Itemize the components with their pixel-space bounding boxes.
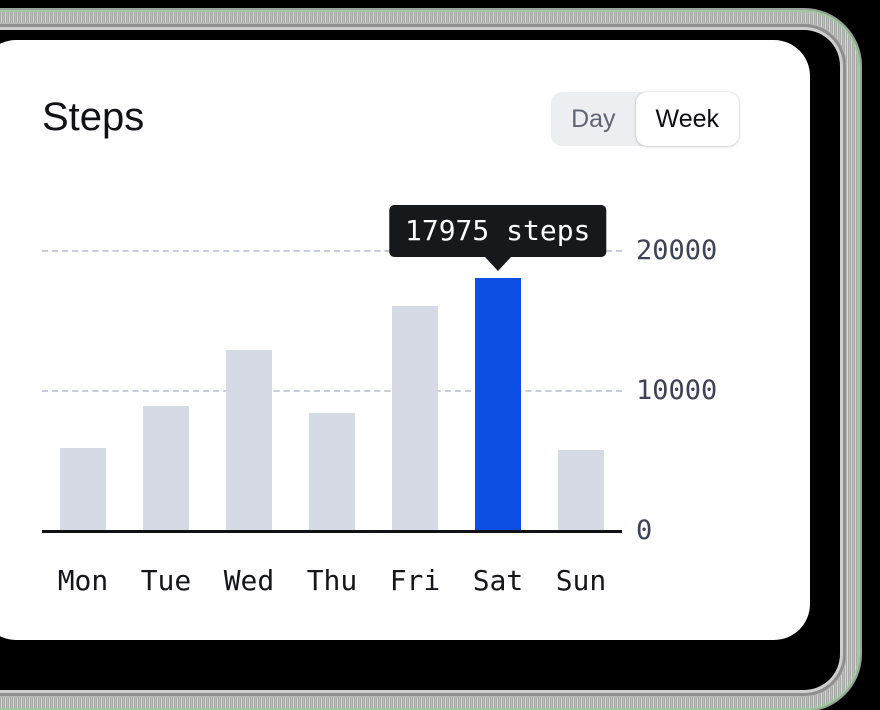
x-axis-tick-mon: Mon: [57, 564, 109, 597]
x-axis-tick-thu: Thu: [306, 564, 358, 597]
bar-fri[interactable]: [392, 306, 438, 530]
x-axis-tick-tue: Tue: [140, 564, 192, 597]
tooltip-arrow: [484, 257, 511, 271]
x-axis-tick-fri: Fri: [389, 564, 441, 597]
x-axis-tick-wed: Wed: [223, 564, 275, 597]
bar-tue[interactable]: [143, 406, 189, 530]
steps-bar-chart: Mon Tue Wed Thu Fri Sat Sun: [0, 40, 810, 640]
bar-sun[interactable]: [558, 450, 604, 530]
bar-mon[interactable]: [60, 448, 106, 530]
tooltip-label: 17975 steps: [404, 214, 591, 247]
y-axis-tick-10000: 10000: [636, 375, 718, 406]
y-axis-tick-20000: 20000: [636, 235, 718, 266]
y-axis-tick-0: 0: [636, 515, 653, 546]
x-axis-line: [42, 530, 622, 533]
bar-thu[interactable]: [309, 413, 355, 530]
x-axis-tick-sat: Sat: [472, 564, 524, 597]
bar-sat[interactable]: [475, 278, 521, 530]
value-tooltip: 17975 steps: [388, 205, 607, 257]
steps-card: Steps Day Week Mon Tue Wed Thu Fri Sat Sun 179…: [0, 40, 810, 640]
x-axis-tick-sun: Sun: [555, 564, 607, 597]
gridline-10000: [42, 390, 622, 392]
bar-wed[interactable]: [226, 350, 272, 530]
